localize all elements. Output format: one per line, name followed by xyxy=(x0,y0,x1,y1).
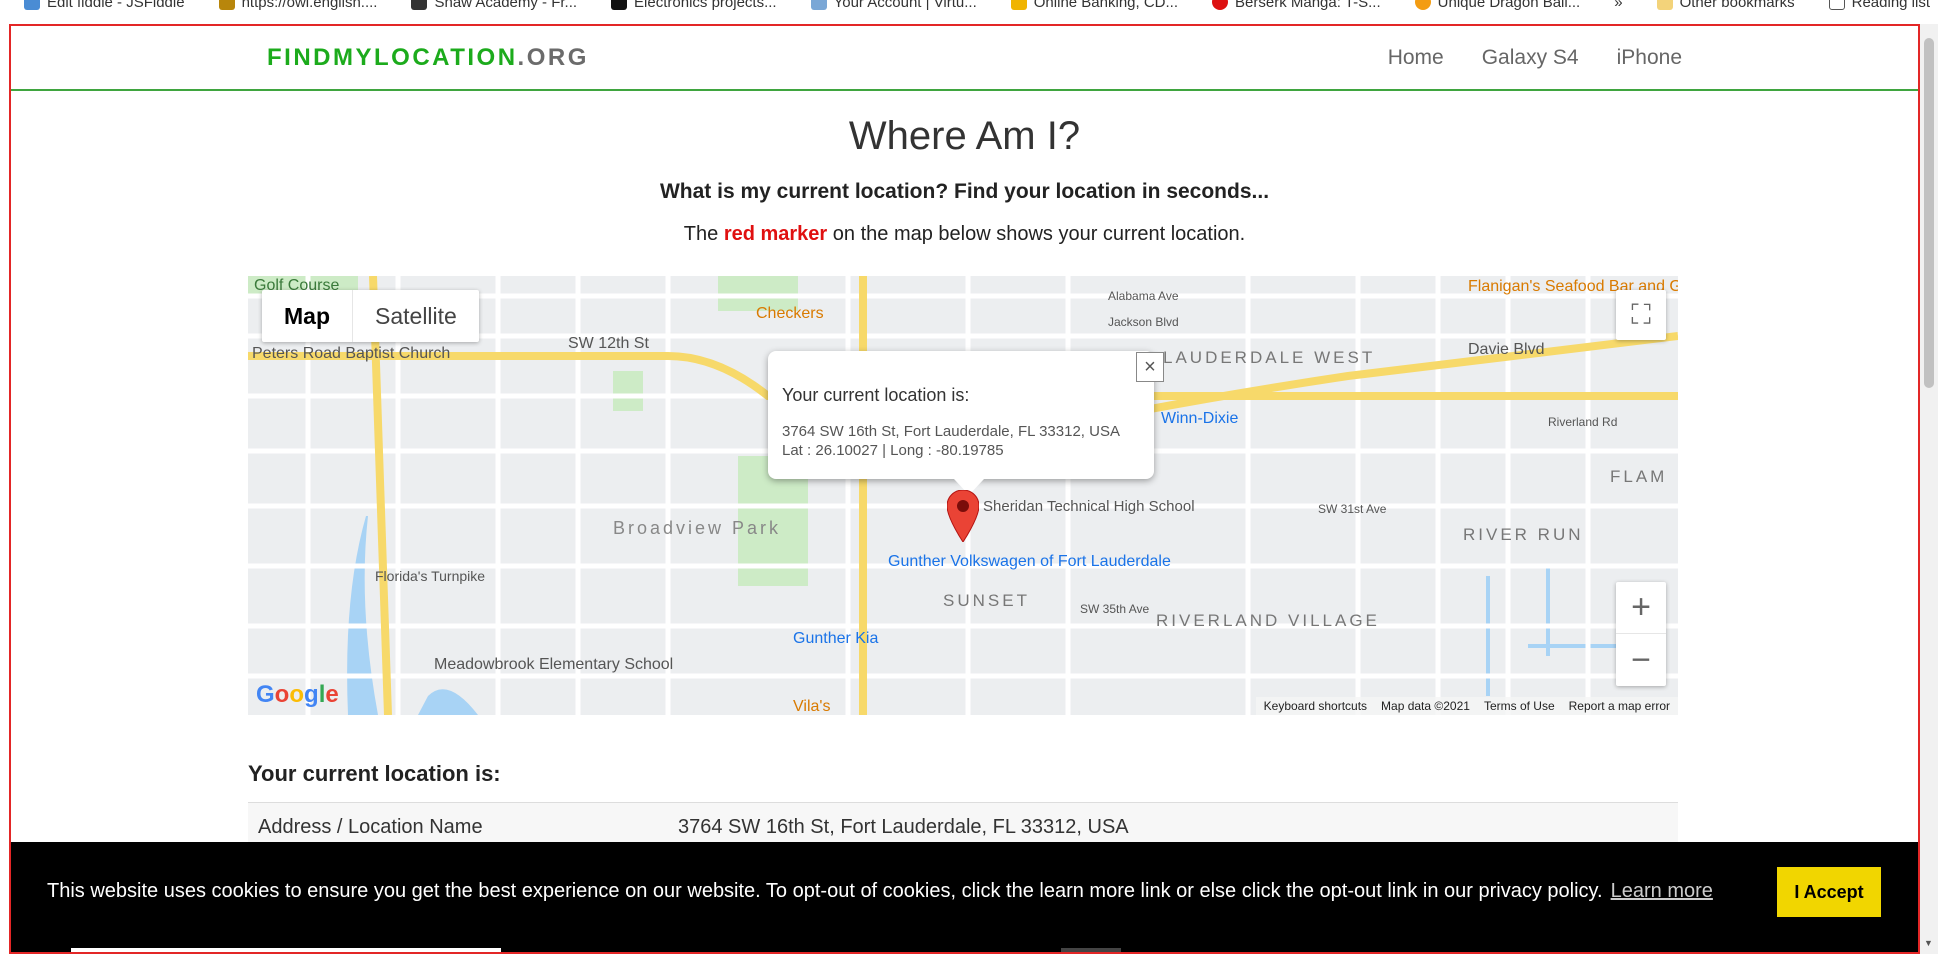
bookmark-account[interactable]: Your Account | Virtu... xyxy=(787,0,987,13)
map-label-vilas: Vila's xyxy=(793,698,830,715)
map-data-text: Map data ©2021 xyxy=(1381,699,1470,713)
info-window-address: 3764 SW 16th St, Fort Lauderdale, FL 333… xyxy=(782,423,1120,440)
cookie-banner: This website uses cookies to ensure you … xyxy=(11,842,1918,952)
scrollbar-thumb[interactable] xyxy=(1924,38,1934,388)
owl-icon xyxy=(218,0,235,10)
info-window-close-button[interactable]: × xyxy=(1136,352,1164,382)
reading-list-icon xyxy=(1828,0,1845,10)
terms-of-use-link[interactable]: Terms of Use xyxy=(1484,699,1555,713)
cookie-message: This website uses cookies to ensure you … xyxy=(47,880,1713,902)
info-window: × Your current location is: 3764 SW 16th… xyxy=(768,351,1164,495)
map-label-jackson: Jackson Blvd xyxy=(1108,315,1179,329)
map-label-checkers: Checkers xyxy=(756,305,824,322)
info-window-latlong: Lat : 26.10027 | Long : -80.19785 xyxy=(782,442,1004,459)
dragonball-icon xyxy=(1414,0,1431,10)
location-marker-icon[interactable] xyxy=(947,490,979,542)
page-icon xyxy=(810,0,827,10)
bookmark-electronics[interactable]: Electronics projects... xyxy=(587,0,787,13)
google-map[interactable]: Golf Course Peters Road Baptist Church S… xyxy=(248,276,1678,715)
berserk-icon xyxy=(1212,0,1229,10)
map-label-sw31st: SW 31st Ave xyxy=(1318,502,1387,516)
page-subtitle: What is my current location? Find your l… xyxy=(659,180,1270,203)
zoom-control: + − xyxy=(1616,582,1666,686)
vertical-scrollbar[interactable]: ▼ xyxy=(1920,24,1938,954)
zoom-out-button[interactable]: − xyxy=(1616,634,1666,686)
map-label-sheridan: Sheridan Technical High School xyxy=(983,498,1195,515)
map-label-river-run: RIVER RUN xyxy=(1463,525,1584,544)
bookmarks-bar: Edit fiddle - JSFiddle https://owl.engli… xyxy=(0,0,1938,13)
map-label-church: Peters Road Baptist Church xyxy=(252,345,450,362)
map-label-gunther-kia: Gunther Kia xyxy=(793,630,878,647)
map-type-control: Map Satellite xyxy=(262,290,479,342)
map-label-davie: Davie Blvd xyxy=(1468,341,1544,358)
main-nav: Home Galaxy S4 iPhone xyxy=(1388,46,1682,70)
map-label-flam: FLAM xyxy=(1610,467,1667,486)
site-header: FINDMYLOCATION.ORG Home Galaxy S4 iPhone xyxy=(11,26,1918,91)
report-map-error-link[interactable]: Report a map error xyxy=(1569,699,1670,713)
map-label-alabama: Alabama Ave xyxy=(1108,289,1179,303)
site-logo[interactable]: FINDMYLOCATION.ORG xyxy=(267,44,589,72)
map-label-turnpike: Florida's Turnpike xyxy=(375,568,485,584)
address-label: Address / Location Name xyxy=(258,815,483,838)
bookmark-reading-list[interactable]: Reading list xyxy=(1805,0,1938,13)
address-value: 3764 SW 16th St, Fort Lauderdale, FL 333… xyxy=(678,815,1129,838)
bank-icon xyxy=(1010,0,1027,10)
nav-home[interactable]: Home xyxy=(1388,46,1444,70)
bookmark-banking[interactable]: Online Banking, CD... xyxy=(987,0,1188,13)
map-label-broadview: Broadview Park xyxy=(613,518,781,538)
accept-cookies-button[interactable]: I Accept xyxy=(1777,867,1881,917)
map-label-riverland-rd: Riverland Rd xyxy=(1548,415,1617,429)
folder-icon xyxy=(1656,0,1673,10)
scroll-down-icon[interactable]: ▼ xyxy=(1924,938,1933,948)
nav-galaxy-s4[interactable]: Galaxy S4 xyxy=(1482,46,1579,70)
map-label-sunset: SUNSET xyxy=(943,591,1030,610)
learn-more-link[interactable]: Learn more xyxy=(1611,880,1713,902)
bookmark-berserk[interactable]: Berserk Manga: T-S... xyxy=(1188,0,1391,13)
nav-iphone[interactable]: iPhone xyxy=(1617,46,1682,70)
zoom-in-button[interactable]: + xyxy=(1616,582,1666,634)
bookmark-shaw[interactable]: Shaw Academy - Fr... xyxy=(387,0,587,13)
bookmarks-more[interactable]: » xyxy=(1590,0,1632,13)
jsfiddle-icon xyxy=(24,0,40,10)
bookmark-jsfiddle[interactable]: Edit fiddle - JSFiddle xyxy=(0,0,195,13)
map-attribution: Keyboard shortcuts Map data ©2021 Terms … xyxy=(1255,697,1678,715)
page-title: Where Am I? xyxy=(848,114,1081,158)
bookmark-owl[interactable]: https://owl.english.... xyxy=(195,0,388,13)
map-label-sw35th: SW 35th Ave xyxy=(1080,602,1149,616)
info-window-heading: Your current location is: xyxy=(782,385,970,405)
map-label-sw12th: SW 12th St xyxy=(568,335,649,352)
map-label-gunther-vw: Gunther Volkswagen of Fort Lauderdale xyxy=(888,553,1171,570)
map-label-meadowbrook: Meadowbrook Elementary School xyxy=(434,656,673,673)
bookmark-dragonball[interactable]: Unique Dragon Ball... xyxy=(1391,0,1591,13)
map-label-laud-west: LAUDERDALE WEST xyxy=(1163,348,1375,367)
bookmark-other[interactable]: Other bookmarks xyxy=(1633,0,1805,13)
shaw-icon xyxy=(411,0,428,10)
page-description: The red marker on the map below shows yo… xyxy=(683,223,1246,245)
keyboard-shortcuts-link[interactable]: Keyboard shortcuts xyxy=(1264,699,1367,713)
map-type-satellite-button[interactable]: Satellite xyxy=(353,290,479,342)
map-type-map-button[interactable]: Map xyxy=(262,290,353,342)
location-heading: Your current location is: xyxy=(248,761,501,786)
google-logo: Google xyxy=(256,681,339,708)
map-label-winn-dixie: Winn-Dixie xyxy=(1161,410,1238,427)
map-label-riverland: RIVERLAND VILLAGE xyxy=(1156,611,1380,630)
footer-strip xyxy=(71,948,501,952)
footer-strip-dark xyxy=(1061,948,1121,952)
fullscreen-icon[interactable]: ⛶ xyxy=(1616,290,1666,340)
page-frame: FINDMYLOCATION.ORG Home Galaxy S4 iPhone… xyxy=(9,24,1920,954)
electronics-icon xyxy=(611,0,628,10)
